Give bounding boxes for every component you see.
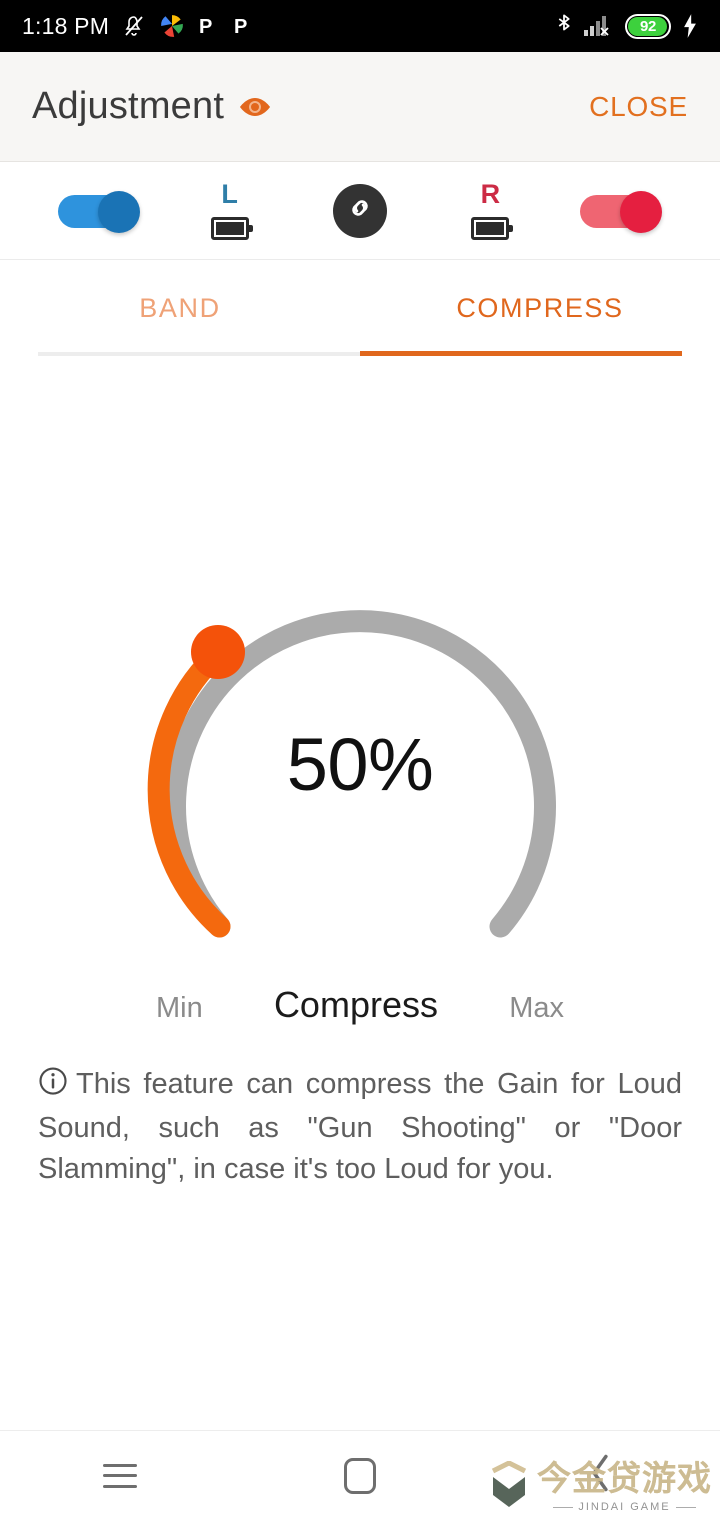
app-screen: 1:18 PM P P 92 Adjustment CLOSE L R BAND… [0,0,720,1520]
right-device-status: R [425,181,555,240]
device-bar: L R [0,162,720,260]
battery-icon: 92 [625,13,671,39]
left-side-label: L [221,179,238,209]
bluetooth-icon [555,13,573,39]
tab-band-label: BAND [139,292,221,323]
feature-description: This feature can compress the Gain for L… [0,1064,720,1191]
right-side-label: R [480,179,501,209]
watermark-en: JINDAI GAME [553,1501,695,1513]
description-paragraph: This feature can compress the Gain for L… [38,1064,682,1191]
app-header: Adjustment CLOSE [0,52,720,162]
left-battery-full-icon [210,217,253,240]
gauge-knob[interactable] [191,625,245,679]
watermark-text: 今金贷游戏 JINDAI GAME [537,1462,712,1513]
link-devices-button[interactable] [333,183,388,238]
watermark-cn: 今金贷游戏 [537,1460,712,1498]
tab-bar: BAND COMPRESS [0,260,720,356]
p-app-icon: P [233,14,255,38]
link-devices-cell [295,183,425,238]
gauge-labels: Min Compress Max [140,984,580,1026]
tab-compress-label: COMPRESS [456,292,624,323]
toggle-thumb [98,190,141,233]
eye-icon[interactable] [238,95,272,119]
svg-text:P: P [199,16,212,38]
battery-level: 92 [639,17,657,35]
notifications-off-icon [122,14,146,38]
tab-compress[interactable]: COMPRESS [360,260,720,356]
recents-button[interactable] [0,1463,240,1488]
chain-link-icon [345,193,375,228]
gauge-max-label: Max [509,992,564,1024]
signal-no-sim-icon [584,14,614,38]
watermark-logo: 今金贷游戏 JINDAI GAME [487,1460,712,1514]
close-button[interactable]: CLOSE [589,91,688,123]
left-device-status: L [164,181,294,240]
toggle-thumb [619,190,662,233]
home-button[interactable] [240,1457,480,1494]
page-title: Adjustment [32,85,225,127]
compress-gauge-area: 50% Min Compress Max [0,356,720,1056]
description-text: This feature can compress the Gain for L… [38,1068,682,1186]
right-battery-full-icon [471,217,514,240]
system-nav-bar: 今金贷游戏 JINDAI GAME [0,1430,720,1520]
shield-logo-icon [487,1460,531,1514]
status-bar: 1:18 PM P P 92 [0,0,720,52]
gauge-value: 50% [286,723,434,806]
status-bar-left: 1:18 PM P P [22,13,255,40]
left-device-toggle[interactable] [58,190,141,233]
photos-icon [159,13,185,39]
charging-bolt-icon [682,13,698,39]
status-clock: 1:18 PM [22,12,110,39]
status-bar-right: 92 [555,13,698,39]
menu-icon [103,1463,137,1488]
circular-slider[interactable]: 50% [140,576,580,976]
gauge-title: Compress [273,984,438,1025]
tab-band[interactable]: BAND [0,260,360,356]
left-toggle-cell [34,190,164,233]
right-toggle-cell [556,190,686,233]
right-device-toggle[interactable] [579,190,662,233]
gauge-min-label: Min [156,992,203,1024]
info-icon [38,1066,68,1108]
p-app-icon: P [198,14,220,38]
svg-text:P: P [234,16,247,38]
home-square-icon [344,1457,376,1494]
